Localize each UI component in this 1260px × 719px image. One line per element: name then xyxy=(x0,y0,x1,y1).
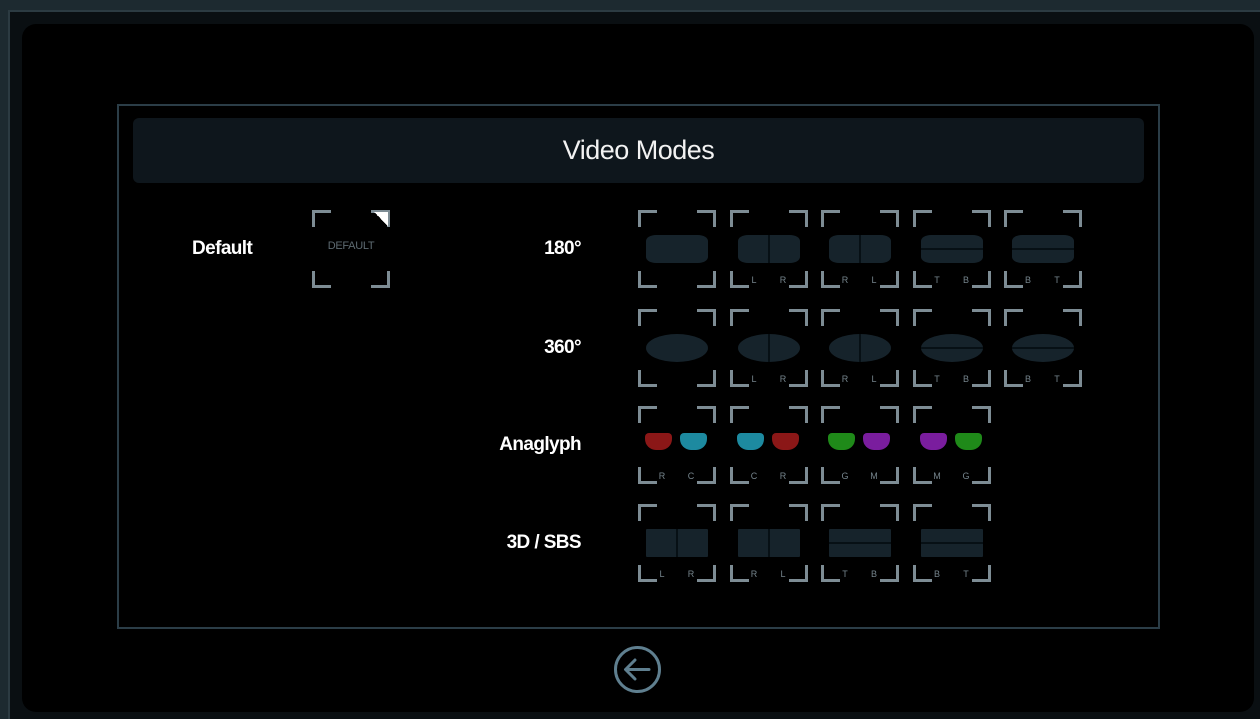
tile-sublabel: L xyxy=(751,275,757,285)
mode-tile-2-1[interactable]: CR xyxy=(730,406,808,484)
tile-sublabel: T xyxy=(963,569,969,579)
mode-tile-1-3[interactable]: TB xyxy=(913,309,991,387)
screen-shape-icon xyxy=(1012,334,1074,362)
lens-icon xyxy=(680,433,707,450)
default-label: Default xyxy=(192,238,253,259)
lens-icon xyxy=(828,433,855,450)
default-tile-text: DEFAULT xyxy=(327,240,375,252)
page-title: Video Modes xyxy=(562,135,715,165)
back-button[interactable] xyxy=(613,645,662,694)
tile-sublabel: T xyxy=(842,569,848,579)
row-label-1: 360° xyxy=(544,337,582,358)
tile-sublabel: M xyxy=(870,471,878,481)
tile-sublabel: T xyxy=(934,374,940,384)
mode-tile-1-4[interactable]: BT xyxy=(1004,309,1082,387)
tile-sublabel: L xyxy=(871,374,877,384)
screen-shape-icon xyxy=(829,529,891,557)
tile-sublabel: M xyxy=(933,471,941,481)
screen-shape-icon xyxy=(829,334,891,362)
screen-shape-icon xyxy=(738,529,800,557)
tile-sublabel: R xyxy=(750,569,758,579)
screen-shape-icon xyxy=(921,235,983,263)
default-mode-tile[interactable]: DEFAULT xyxy=(312,210,390,288)
lens-icon xyxy=(863,433,890,450)
tile-sublabel: T xyxy=(1054,374,1060,384)
tile-sublabel: R xyxy=(779,374,787,384)
mode-tile-1-2[interactable]: RL xyxy=(821,309,899,387)
tile-sublabel: B xyxy=(933,569,940,579)
mode-tile-0-2[interactable]: RL xyxy=(821,210,899,288)
panel-header: Video Modes xyxy=(133,118,1144,183)
screen-shape-icon xyxy=(829,235,891,263)
screen-shape-icon xyxy=(646,334,708,362)
mode-tile-3-0[interactable]: LR xyxy=(638,504,716,582)
tile-sublabel: R xyxy=(841,374,849,384)
tile-sublabel: B xyxy=(1024,275,1031,285)
mode-tile-3-3[interactable]: BT xyxy=(913,504,991,582)
mode-tile-2-3[interactable]: MG xyxy=(913,406,991,484)
tile-sublabel: L xyxy=(780,569,786,579)
lens-icon xyxy=(955,433,982,450)
tile-sublabel: B xyxy=(1024,374,1031,384)
row-label-2: Anaglyph xyxy=(499,434,581,455)
tile-sublabel: G xyxy=(841,471,849,481)
screen-shape-icon xyxy=(646,529,708,557)
screen-shape-icon xyxy=(921,334,983,362)
screen-shape-icon xyxy=(738,334,800,362)
tile-sublabel: R xyxy=(779,471,787,481)
screen-shape-icon xyxy=(1012,235,1074,263)
mode-tile-0-3[interactable]: TB xyxy=(913,210,991,288)
screen-shape-icon xyxy=(646,235,708,263)
screen-shape-icon xyxy=(921,529,983,557)
tile-sublabel: C xyxy=(687,471,695,481)
tile-sublabel: R xyxy=(658,471,666,481)
row-label-3: 3D / SBS xyxy=(506,532,582,553)
lens-icon xyxy=(645,433,672,450)
row-label-0: 180° xyxy=(544,238,582,259)
tile-sublabel: L xyxy=(871,275,877,285)
lens-icon xyxy=(737,433,764,450)
tile-sublabel: L xyxy=(659,569,665,579)
tile-sublabel: R xyxy=(841,275,849,285)
mode-tile-1-0[interactable] xyxy=(638,309,716,387)
selected-flag-icon xyxy=(374,212,388,226)
tile-sublabel: B xyxy=(870,569,877,579)
tile-sublabel: R xyxy=(687,569,695,579)
back-arrow-circle-icon xyxy=(614,646,661,693)
tile-sublabel: R xyxy=(779,275,787,285)
screen-shape-icon xyxy=(738,235,800,263)
mode-tile-1-1[interactable]: LR xyxy=(730,309,808,387)
tile-sublabel: B xyxy=(962,275,969,285)
tile-sublabel: T xyxy=(1054,275,1060,285)
tile-sublabel: L xyxy=(751,374,757,384)
mode-tile-2-2[interactable]: GM xyxy=(821,406,899,484)
tile-sublabel: T xyxy=(934,275,940,285)
mode-tile-0-1[interactable]: LR xyxy=(730,210,808,288)
mode-tile-3-1[interactable]: RL xyxy=(730,504,808,582)
mode-tile-2-0[interactable]: RC xyxy=(638,406,716,484)
lens-icon xyxy=(920,433,947,450)
mode-tile-0-0[interactable] xyxy=(638,210,716,288)
tile-sublabel: B xyxy=(962,374,969,384)
mode-tile-3-2[interactable]: TB xyxy=(821,504,899,582)
lens-icon xyxy=(772,433,799,450)
tile-sublabel: G xyxy=(962,471,970,481)
tile-sublabel: C xyxy=(750,471,758,481)
mode-tile-0-4[interactable]: BT xyxy=(1004,210,1082,288)
